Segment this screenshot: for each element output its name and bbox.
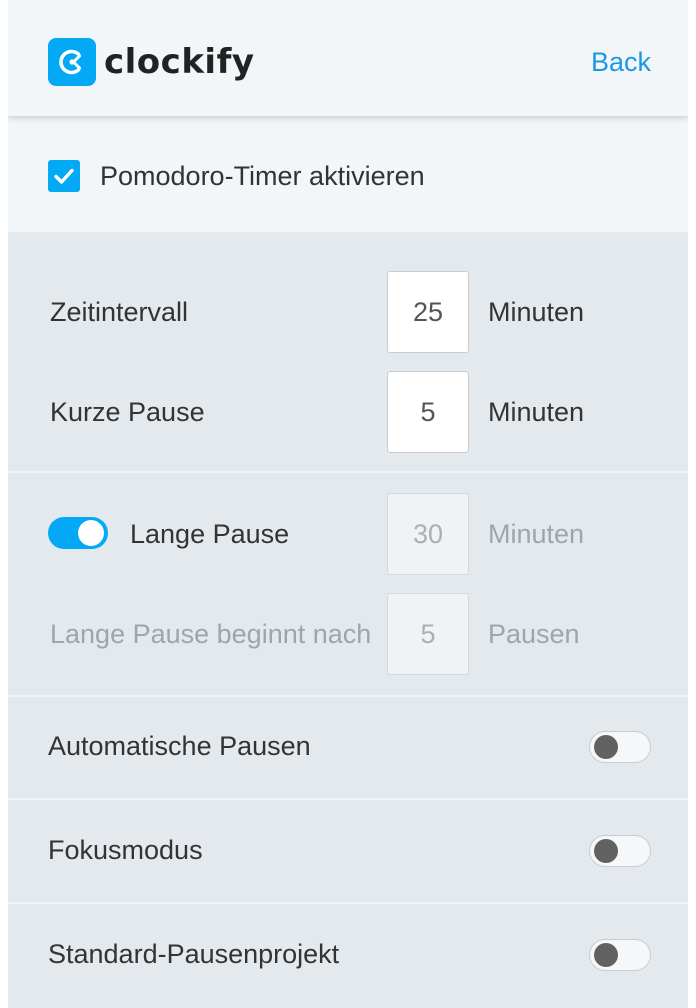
long-break-unit: Minuten	[488, 519, 585, 549]
focus-mode-toggle[interactable]	[589, 835, 651, 867]
pomodoro-enable-checkbox[interactable]	[48, 160, 80, 192]
back-link[interactable]: Back	[591, 44, 651, 80]
brand-name: clockify	[104, 42, 255, 82]
toggle-knob	[78, 520, 104, 546]
divider	[8, 471, 688, 473]
pomodoro-settings-panel: clockify Back Pomodoro-Timer aktivieren …	[8, 0, 688, 1008]
automatic-breaks-label: Automatische Pausen	[48, 731, 311, 761]
checkmark-icon	[54, 168, 74, 184]
default-break-project-toggle[interactable]	[589, 939, 651, 971]
focus-mode-label: Fokusmodus	[48, 835, 203, 865]
pomodoro-enable-row: Pomodoro-Timer aktivieren	[8, 116, 688, 232]
long-break-after-label: Lange Pause beginnt nach	[50, 619, 372, 649]
work-interval-unit: Minuten	[488, 297, 585, 327]
automatic-breaks-toggle[interactable]	[589, 731, 651, 763]
divider	[8, 902, 688, 904]
short-break-unit: Minuten	[488, 397, 585, 427]
work-interval-input[interactable]: 25	[387, 271, 469, 353]
divider	[8, 695, 688, 697]
default-break-project-label: Standard-Pausenprojekt	[48, 939, 340, 969]
toggle-knob	[594, 943, 618, 967]
divider	[8, 798, 688, 800]
work-interval-label: Zeitintervall	[50, 297, 189, 327]
long-break-after-unit: Pausen	[488, 619, 580, 649]
pomodoro-enable-label: Pomodoro-Timer aktivieren	[100, 161, 425, 191]
toggle-knob	[594, 839, 618, 863]
header: clockify Back	[8, 0, 688, 116]
long-break-toggle[interactable]	[48, 517, 108, 549]
long-break-input[interactable]: 30	[387, 493, 469, 575]
toggle-knob	[594, 735, 618, 759]
long-break-after-input[interactable]: 5	[387, 593, 469, 675]
short-break-input[interactable]: 5	[387, 371, 469, 453]
long-break-label: Lange Pause	[130, 519, 290, 549]
clockify-logo-icon	[48, 38, 96, 86]
clockify-logo: clockify	[48, 38, 255, 86]
short-break-label: Kurze Pause	[50, 397, 205, 427]
